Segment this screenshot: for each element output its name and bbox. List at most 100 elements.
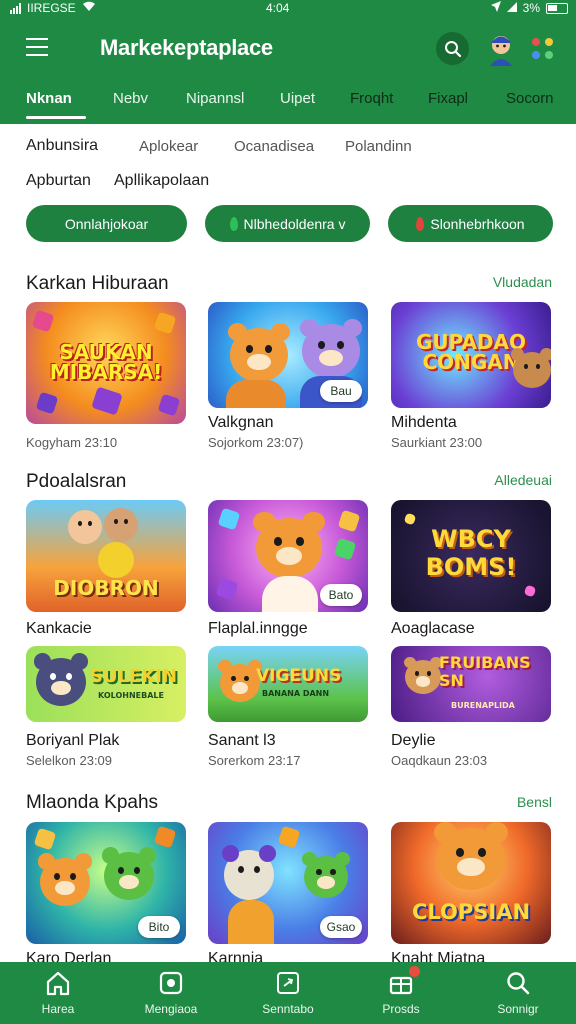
- signal-icon: [10, 2, 21, 14]
- tab-1[interactable]: Nebv: [113, 90, 148, 107]
- filter-chip[interactable]: Ocanadisea: [234, 138, 314, 155]
- card-thumb-subtitle: BANANA DANN: [262, 689, 330, 698]
- section-title: Pdoalalsran: [26, 471, 127, 492]
- card-thumb-title: FRUIBANS SN: [439, 653, 531, 690]
- card-name: Valkgnan: [208, 414, 274, 431]
- card-meta: Saurkiant 23:00: [391, 435, 483, 450]
- profile-avatar[interactable]: [486, 32, 516, 66]
- card-name: Sanant l3: [208, 732, 276, 749]
- bear-character: [511, 348, 551, 388]
- filter-pill-button[interactable]: Slonhebrhkoon: [388, 205, 553, 242]
- nav-label: Senntabo: [262, 1002, 314, 1016]
- game-card[interactable]: GUPADAO CONGAN: [391, 302, 551, 408]
- card-name: Flaplal.inngge: [208, 620, 308, 637]
- tab-6[interactable]: Socorn: [506, 90, 554, 107]
- game-card[interactable]: Bau: [208, 302, 368, 408]
- card-thumb-title: WBCY BOMS!: [425, 525, 517, 581]
- card-badge: Bato: [320, 584, 362, 606]
- carrier-label: IIREGSE: [27, 1, 76, 15]
- card-badge: Gsao: [320, 916, 362, 938]
- filter-chip[interactable]: Aplokear: [139, 138, 198, 155]
- card-thumb-title: DIOBRON: [53, 576, 159, 600]
- game-card[interactable]: SULEKIN KOLOHNEBALE: [26, 646, 186, 722]
- see-all-link[interactable]: Bensl: [517, 794, 552, 810]
- tab-4[interactable]: Froqht: [350, 90, 393, 107]
- game-card[interactable]: DIOBRON: [26, 500, 186, 612]
- pill-label: Nlbhedoldenra v: [243, 215, 346, 232]
- filter-chip[interactable]: Apburtan: [26, 172, 91, 190]
- bear-character: [218, 660, 262, 702]
- filter-chip[interactable]: Apllikapolaan: [114, 172, 209, 190]
- kid-character: [104, 508, 138, 542]
- see-all-link[interactable]: Alledeuai: [494, 472, 552, 488]
- filter-pill-button[interactable]: Nlbhedoldenra v: [205, 205, 370, 242]
- clock: 4:04: [266, 1, 290, 15]
- nav-label: Sonnigr: [497, 1002, 539, 1016]
- bear-character: [38, 853, 92, 906]
- leaf-icon: [229, 216, 238, 231]
- card-name: Deylie: [391, 732, 436, 749]
- card-badge: Bau: [320, 380, 362, 402]
- nav-games[interactable]: Mengiaoa: [121, 970, 221, 1016]
- bear-character: [253, 512, 325, 578]
- battery-icon: [546, 2, 568, 14]
- card-name: Boriyanl Plak: [26, 732, 120, 749]
- top-app-bar: IIREGSE 4:04 3% Markekeptaplace Nknan Ne…: [0, 0, 576, 124]
- card-name: Mihdenta: [391, 414, 457, 431]
- status-bar: IIREGSE 4:04 3%: [0, 0, 576, 16]
- search-icon: [444, 40, 461, 57]
- menu-icon[interactable]: [26, 38, 48, 56]
- location-icon: [490, 0, 501, 16]
- tab-3[interactable]: Uipet: [280, 90, 315, 107]
- game-card[interactable]: SAUKAN MIBARSA!: [26, 302, 186, 424]
- bear-character: [227, 322, 291, 382]
- game-card[interactable]: Gsao: [208, 822, 368, 944]
- bear-character: [102, 847, 156, 900]
- card-thumb-title: SULEKIN: [90, 666, 178, 687]
- filter-chip[interactable]: Anbunsira: [26, 137, 98, 155]
- game-card[interactable]: Bato: [208, 500, 368, 612]
- notification-dot: [409, 966, 420, 977]
- active-tab-indicator: [26, 116, 86, 119]
- bear-character: [34, 653, 88, 706]
- status-right: 3%: [490, 0, 568, 16]
- nav-apps[interactable]: Senntabo: [238, 970, 338, 1016]
- category-tabs: Nknan Nebv Nipannsl Uipet Froqht Fixapl …: [0, 84, 576, 120]
- bear-character: [403, 656, 443, 694]
- game-card[interactable]: CLOPSIAN: [391, 822, 551, 944]
- card-name: Kankacie: [26, 620, 92, 637]
- bear-character: [299, 318, 363, 378]
- section-title: Karkan Hiburaan: [26, 273, 169, 294]
- card-thumb-subtitle: KOLOHNEBALE: [98, 691, 164, 700]
- apps-icon: [275, 970, 301, 996]
- nav-label: Mengiaoa: [144, 1002, 198, 1016]
- section-title: Mlaonda Kpahs: [26, 792, 159, 813]
- nav-search[interactable]: Sonnigr: [468, 970, 568, 1016]
- card-thumb-title: CLOPSIAN: [411, 900, 531, 924]
- game-card[interactable]: WBCY BOMS!: [391, 500, 551, 612]
- tab-2[interactable]: Nipannsl: [186, 90, 244, 107]
- battery-percent: 3%: [522, 1, 540, 15]
- signal-strength-icon: [506, 0, 517, 16]
- card-meta: Sojorkom 23:07): [208, 435, 304, 450]
- game-card[interactable]: VIGEUNS BANANA DANN: [208, 646, 368, 722]
- search-button[interactable]: [436, 32, 469, 65]
- app-title: Markekeptaplace: [100, 35, 273, 60]
- game-card[interactable]: FRUIBANS SN BURENAPLIDA: [391, 646, 551, 722]
- kid-character: [68, 510, 102, 544]
- tab-5[interactable]: Fixapl: [428, 90, 468, 107]
- see-all-link[interactable]: Vludadan: [493, 274, 552, 290]
- filter-pill-button[interactable]: Onnlahjokoar: [26, 205, 187, 242]
- status-left: IIREGSE: [10, 0, 96, 16]
- card-thumb-title: VIGEUNS: [256, 666, 342, 686]
- nav-label: Prosds: [382, 1002, 420, 1016]
- card-name: Aoaglacase: [391, 620, 475, 637]
- card-meta: Kogyham 23:10: [26, 435, 118, 450]
- nav-gifts[interactable]: Prosds: [351, 966, 451, 1016]
- tab-0[interactable]: Nknan: [26, 90, 72, 107]
- filter-chip[interactable]: Polandinn: [345, 138, 412, 155]
- nav-home[interactable]: Harea: [8, 970, 108, 1016]
- game-card[interactable]: Bito: [26, 822, 186, 944]
- bear-character: [434, 822, 508, 890]
- apps-grid-icon[interactable]: [532, 38, 554, 60]
